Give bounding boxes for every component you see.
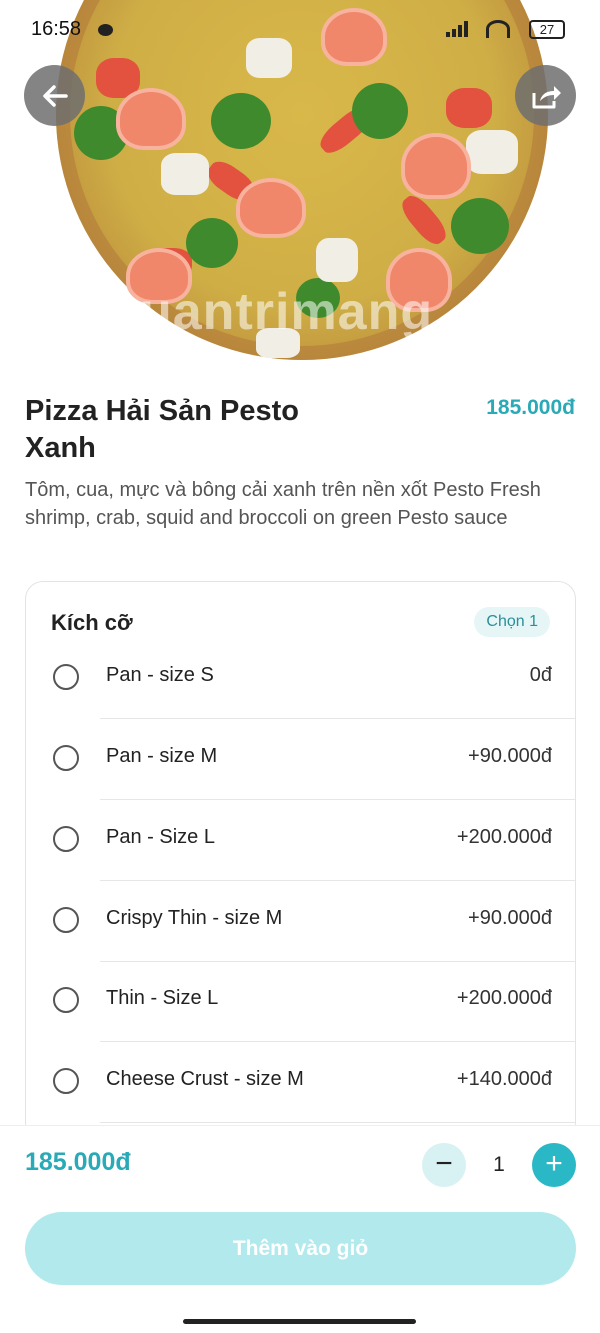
- size-option[interactable]: Thin - Size L +200.000đ: [26, 962, 575, 1042]
- option-price: +200.000đ: [456, 826, 552, 848]
- radio-button[interactable]: [53, 1068, 79, 1094]
- watermark: uantrimang: [140, 283, 434, 341]
- radio-button[interactable]: [53, 826, 79, 852]
- message-notification-icon: [98, 24, 113, 36]
- home-indicator[interactable]: [183, 1319, 416, 1324]
- share-icon: [532, 85, 561, 108]
- option-label: Pan - Size L: [106, 826, 215, 848]
- divider: [100, 799, 575, 800]
- option-price: +140.000đ: [456, 1068, 552, 1090]
- options-title: Kích cỡ: [51, 610, 133, 635]
- quantity-value: 1: [493, 1153, 505, 1176]
- option-price: +90.000đ: [468, 745, 552, 767]
- arrow-left-icon: [42, 84, 68, 107]
- minus-icon: −: [435, 1147, 453, 1180]
- size-option[interactable]: Pan - size S 0đ: [26, 639, 575, 719]
- product-price: 185.000đ: [486, 396, 575, 419]
- decrease-quantity-button[interactable]: −: [422, 1143, 466, 1187]
- product-description: Tôm, cua, mực và bông cải xanh trên nền …: [25, 479, 541, 529]
- radio-button[interactable]: [53, 987, 79, 1013]
- battery-icon: 27: [529, 20, 565, 39]
- option-price: +90.000đ: [468, 907, 552, 929]
- bottom-bar: 185.000đ − 1 + Thêm vào giỏ: [0, 1125, 600, 1333]
- size-option[interactable]: Cheese Crust - size M +140.000đ: [26, 1043, 575, 1123]
- option-label: Crispy Thin - size M: [106, 907, 283, 929]
- signal-icon: [446, 21, 472, 37]
- status-time: 16:58: [31, 18, 82, 40]
- total-price: 185.000đ: [25, 1148, 131, 1176]
- add-to-cart-button[interactable]: Thêm vào giỏ: [25, 1212, 576, 1285]
- radio-button[interactable]: [53, 664, 79, 690]
- divider: [100, 1041, 575, 1042]
- radio-button[interactable]: [53, 745, 79, 771]
- increase-quantity-button[interactable]: +: [532, 1143, 576, 1187]
- divider: [100, 1122, 575, 1123]
- option-price: +200.000đ: [456, 987, 552, 1009]
- option-label: Cheese Crust - size M: [106, 1068, 304, 1090]
- option-label: Pan - size S: [106, 664, 214, 686]
- size-option[interactable]: Pan - Size L +200.000đ: [26, 801, 575, 881]
- share-button[interactable]: [515, 65, 576, 126]
- option-label: Pan - size M: [106, 745, 218, 767]
- option-label: Thin - Size L: [106, 987, 219, 1009]
- status-bar: 16:58 27: [0, 0, 600, 60]
- option-price: 0đ: [529, 664, 552, 686]
- divider: [100, 718, 575, 719]
- divider: [100, 880, 575, 881]
- wifi-icon: [486, 20, 510, 38]
- size-option[interactable]: Pan - size M +90.000đ: [26, 720, 575, 800]
- size-options-card: Kích cỡ Chọn 1 Pan - size S 0đ Pan - siz…: [25, 581, 576, 1141]
- size-option[interactable]: Crispy Thin - size M +90.000đ: [26, 882, 575, 962]
- plus-icon: +: [545, 1147, 563, 1180]
- radio-button[interactable]: [53, 907, 79, 933]
- product-name: Pizza Hải Sản Pesto Xanh: [25, 395, 299, 464]
- back-button[interactable]: [24, 65, 85, 126]
- choose-one-badge: Chọn 1: [474, 607, 550, 637]
